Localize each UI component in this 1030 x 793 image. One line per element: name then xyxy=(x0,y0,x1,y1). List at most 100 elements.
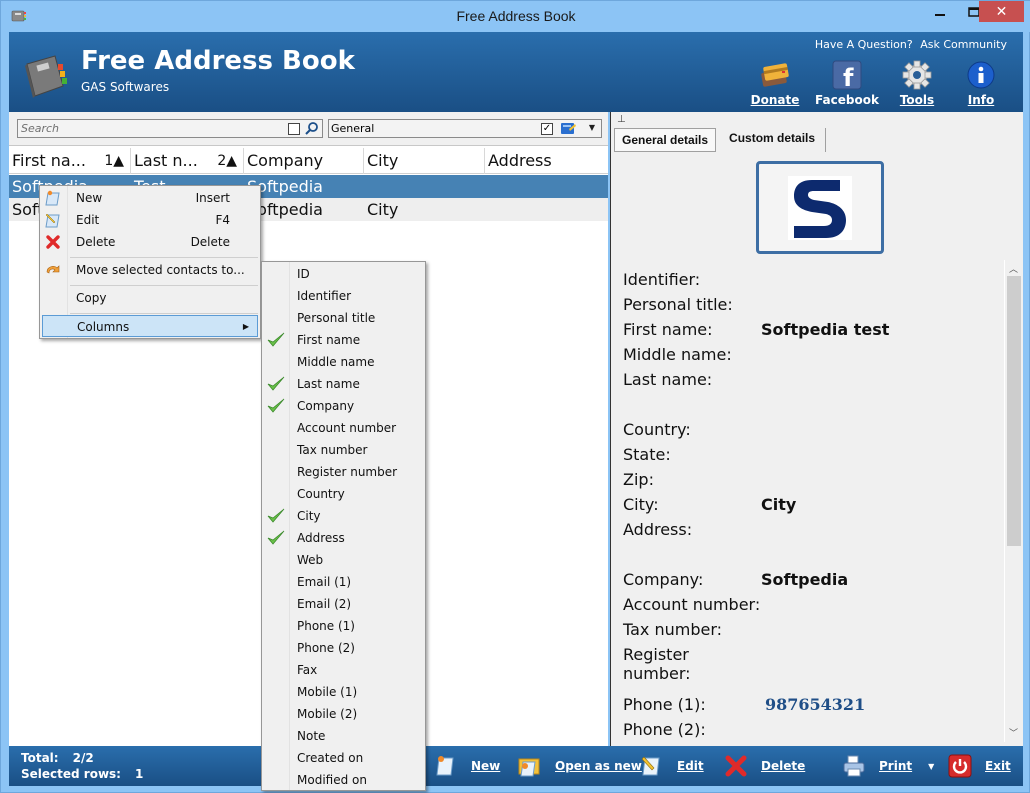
column-toggle-item[interactable]: Mobile (1) xyxy=(264,681,423,703)
column-toggle-item[interactable]: Country xyxy=(264,483,423,505)
power-icon xyxy=(948,754,972,778)
column-toggle-label: Modified on xyxy=(297,773,367,787)
detail-value: Softpedia xyxy=(761,570,849,589)
column-toggle-item[interactable]: City xyxy=(264,505,423,527)
column-toggle-label: Address xyxy=(297,531,345,545)
column-toggle-item[interactable]: Web xyxy=(264,549,423,571)
column-toggle-label: Created on xyxy=(297,751,364,765)
column-toggle-item[interactable]: Account number xyxy=(264,417,423,439)
column-toggle-item[interactable]: Middle name xyxy=(264,351,423,373)
info-button[interactable]: Info xyxy=(949,60,1013,108)
shortcut: Insert xyxy=(195,191,230,205)
contact-photo[interactable] xyxy=(756,161,884,254)
column-toggle-item[interactable]: Company xyxy=(264,395,423,417)
donate-button[interactable]: Donate xyxy=(743,60,807,108)
pin-icon[interactable]: ⊥ xyxy=(617,114,626,125)
cell-city: City xyxy=(367,200,399,219)
group-select[interactable]: General ✓ ▼ xyxy=(328,119,602,138)
column-toggle-item[interactable]: Identifier xyxy=(264,285,423,307)
cell-address xyxy=(485,175,608,198)
detail-row: Zip: xyxy=(623,470,1003,495)
column-toggle-item[interactable]: Created on xyxy=(264,747,423,769)
search-icon[interactable] xyxy=(304,121,319,136)
group-checkbox[interactable]: ✓ xyxy=(541,123,553,135)
column-toggle-label: Phone (1) xyxy=(297,619,355,633)
gear-icon xyxy=(902,60,932,90)
column-toggle-item[interactable]: Email (2) xyxy=(264,593,423,615)
group-book-icon[interactable] xyxy=(559,121,577,136)
edit-button[interactable]: Edit xyxy=(639,752,704,780)
column-header-last-name[interactable]: Last n... 2▲ xyxy=(131,148,244,174)
column-toggle-label: Account number xyxy=(297,421,397,435)
print-button[interactable]: Print ▼ xyxy=(841,752,934,780)
detail-label: Phone (1): xyxy=(623,695,706,714)
column-toggle-label: City xyxy=(297,509,321,523)
detail-label: Country: xyxy=(623,420,691,439)
details-spacer xyxy=(623,545,1003,570)
column-header-company[interactable]: Company xyxy=(244,148,364,174)
close-button[interactable]: ✕ xyxy=(979,1,1024,22)
tools-button[interactable]: Tools xyxy=(885,60,949,108)
detail-label: Address: xyxy=(623,520,693,539)
search-input[interactable]: Search xyxy=(17,119,323,138)
menu-item-edit[interactable]: Edit F4 xyxy=(42,209,258,231)
menu-item-delete[interactable]: Delete Delete xyxy=(42,231,258,253)
exit-button[interactable]: Exit xyxy=(947,752,1011,780)
detail-row: Personal title: xyxy=(623,295,1003,320)
column-toggle-item[interactable]: Fax xyxy=(264,659,423,681)
details-tabs: General details Custom details xyxy=(614,128,827,152)
menu-item-copy[interactable]: Copy xyxy=(42,287,258,309)
detail-label: Identifier: xyxy=(623,270,701,289)
detail-value: City xyxy=(761,495,797,514)
tab-general-details[interactable]: General details xyxy=(614,128,717,152)
column-toggle-item[interactable]: Modified on xyxy=(264,769,423,791)
column-toggle-item[interactable]: First name xyxy=(264,329,423,351)
column-toggle-item[interactable]: Phone (1) xyxy=(264,615,423,637)
column-toggle-item[interactable]: Tax number xyxy=(264,439,423,461)
menu-item-move-selected[interactable]: Move selected contacts to... xyxy=(42,259,258,281)
minimize-icon xyxy=(935,13,945,16)
column-header-address[interactable]: Address xyxy=(485,148,608,174)
column-toggle-item[interactable]: Mobile (2) xyxy=(264,703,423,725)
column-toggle-label: Last name xyxy=(297,377,360,391)
print-dropdown-icon[interactable]: ▼ xyxy=(928,762,934,771)
column-toggle-item[interactable]: Personal title xyxy=(264,307,423,329)
column-toggle-item[interactable]: Phone (2) xyxy=(264,637,423,659)
column-toggle-label: Middle name xyxy=(297,355,375,369)
scroll-thumb[interactable] xyxy=(1007,276,1021,546)
column-toggle-item[interactable]: Last name xyxy=(264,373,423,395)
menu-item-new[interactable]: New Insert xyxy=(42,187,258,209)
detail-value-link[interactable]: 987654321 xyxy=(761,695,865,720)
facebook-icon: f xyxy=(832,60,862,90)
column-toggle-item[interactable]: ID xyxy=(264,263,423,285)
shortcut: F4 xyxy=(215,213,230,227)
title-bar: Free Address Book ✕ xyxy=(1,1,1030,32)
delete-button[interactable]: Delete xyxy=(723,752,805,780)
column-toggle-item[interactable]: Email (1) xyxy=(264,571,423,593)
search-checkbox[interactable] xyxy=(288,123,300,135)
column-toggle-label: Country xyxy=(297,487,345,501)
submenu-arrow-icon: ▶ xyxy=(242,322,249,331)
app-window: Free Address Book ✕ Free Address Book GA… xyxy=(0,0,1030,793)
column-toggle-item[interactable]: Register number xyxy=(264,461,423,483)
open-as-new-button[interactable]: Open as new xyxy=(517,752,642,780)
column-header-city[interactable]: City xyxy=(364,148,485,174)
ask-community-link[interactable]: Ask Community xyxy=(920,38,1007,51)
column-toggle-label: ID xyxy=(297,267,310,281)
scroll-down-icon[interactable]: ﹀ xyxy=(1005,726,1022,740)
chevron-down-icon[interactable]: ▼ xyxy=(589,123,595,132)
tab-custom-details[interactable]: Custom details xyxy=(719,128,827,152)
scroll-up-icon[interactable]: ︿ xyxy=(1005,262,1022,276)
column-toggle-item[interactable]: Address xyxy=(264,527,423,549)
menu-item-columns[interactable]: Columns ▶ xyxy=(42,315,258,337)
details-scrollbar[interactable]: ︿ ﹀ xyxy=(1004,260,1021,742)
menu-separator xyxy=(70,285,258,286)
new-contact-icon xyxy=(45,190,60,206)
search-placeholder: Search xyxy=(21,122,60,135)
column-toggle-item[interactable]: Note xyxy=(264,725,423,747)
header-banner: Free Address Book GAS Softwares Have A Q… xyxy=(9,32,1023,112)
column-header-first-name[interactable]: First na... 1▲ xyxy=(9,148,131,174)
new-button[interactable]: New xyxy=(433,752,500,780)
facebook-button[interactable]: f Facebook xyxy=(815,60,879,108)
column-toggle-label: Web xyxy=(297,553,324,567)
